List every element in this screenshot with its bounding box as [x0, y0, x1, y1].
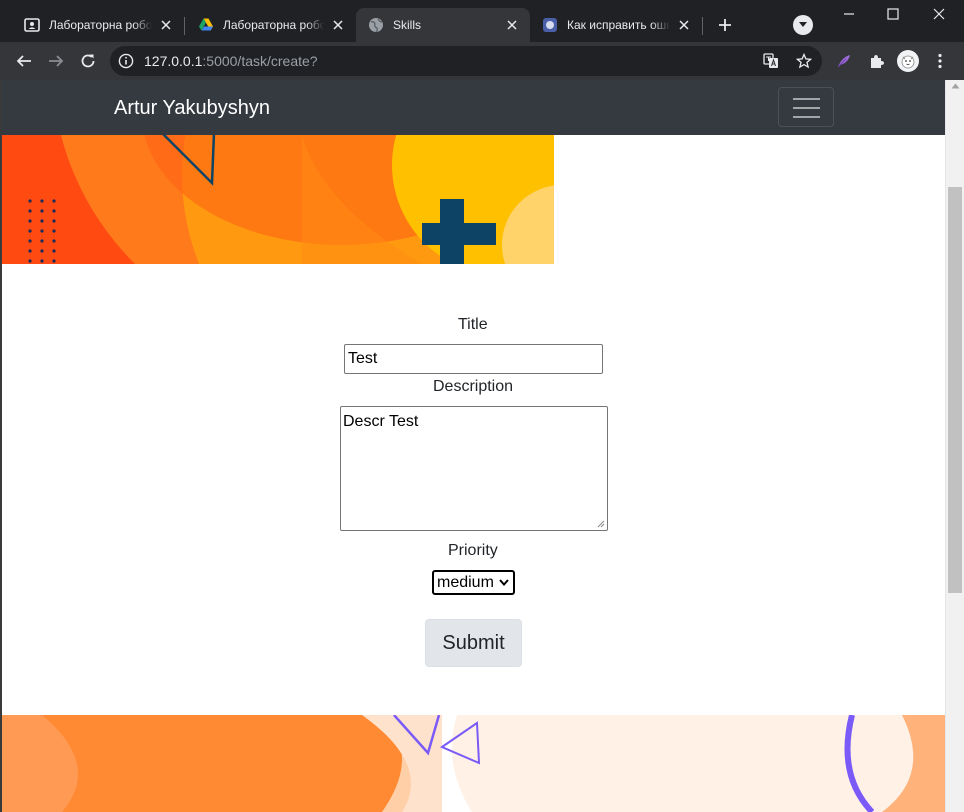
- reload-icon: [81, 54, 95, 68]
- minimize-button[interactable]: [826, 0, 872, 28]
- new-tab-button[interactable]: [714, 14, 736, 36]
- close-tab-icon[interactable]: [676, 17, 692, 33]
- scrollbar-thumb[interactable]: [948, 187, 962, 593]
- browser-toolbar: 127.0.0.1:5000/task/create?: [0, 42, 964, 80]
- hamburger-icon: [793, 98, 820, 100]
- page-viewport: Artur Yakubyshyn Title Test Description …: [0, 80, 964, 812]
- close-tab-icon[interactable]: [330, 17, 346, 33]
- url-path: :5000/task/create?: [202, 53, 318, 69]
- chevron-down-icon: [799, 22, 807, 27]
- window-edge: [0, 80, 2, 812]
- footer-art: [2, 715, 945, 812]
- description-textarea[interactable]: Descr Test: [340, 406, 608, 531]
- title-label: Title: [458, 316, 488, 333]
- priority-label: Priority: [448, 542, 498, 559]
- avatar-icon: [901, 55, 915, 69]
- maximize-icon: [887, 8, 899, 20]
- close-tab-icon[interactable]: [504, 17, 520, 33]
- resize-grip-icon[interactable]: [597, 520, 605, 528]
- title-input[interactable]: Test: [344, 344, 603, 374]
- tab-title: Как исправить ошибку: [567, 18, 670, 32]
- classroom-icon: [24, 17, 40, 33]
- reload-button[interactable]: [76, 49, 100, 73]
- priority-selected-value: medium: [437, 573, 494, 591]
- hamburger-icon-line: [793, 116, 820, 118]
- tab-separator: [184, 17, 185, 35]
- tab-title: Skills: [393, 18, 422, 32]
- tab-classroom[interactable]: Лабораторна робота: [12, 8, 184, 42]
- navbar-brand[interactable]: Artur Yakubyshyn: [114, 97, 270, 119]
- plus-icon: [719, 19, 731, 31]
- tab-skills[interactable]: Skills: [356, 8, 530, 42]
- site-icon: [542, 17, 558, 33]
- browser-menu-button[interactable]: [928, 49, 952, 73]
- more-vertical-icon: [938, 53, 942, 69]
- url-host: 127.0.0.1: [144, 53, 203, 69]
- arrow-left-icon: [16, 55, 31, 67]
- globe-icon: [368, 17, 384, 33]
- tab-search-button[interactable]: [793, 15, 813, 35]
- address-bar[interactable]: 127.0.0.1:5000/task/create?: [110, 46, 822, 76]
- hero-art: [2, 135, 554, 264]
- site-navbar: Artur Yakubyshyn: [2, 80, 945, 135]
- maximize-button[interactable]: [870, 0, 916, 28]
- tab-title: Лабораторна робота: [223, 18, 324, 32]
- priority-select[interactable]: medium: [432, 570, 515, 595]
- info-icon[interactable]: [118, 53, 134, 69]
- back-button[interactable]: [12, 49, 36, 73]
- feather-extension-icon[interactable]: [832, 49, 856, 73]
- scroll-up-arrow-icon[interactable]: [951, 83, 960, 89]
- tab-separator: [702, 17, 703, 35]
- submit-button[interactable]: Submit: [425, 619, 522, 667]
- arrow-right-icon: [49, 55, 64, 67]
- hamburger-icon-line: [793, 107, 820, 109]
- forward-button[interactable]: [44, 49, 68, 73]
- url-text[interactable]: 127.0.0.1:5000/task/create?: [144, 54, 318, 68]
- navbar-toggler-button[interactable]: [778, 87, 834, 127]
- chevron-down-icon: [499, 579, 509, 586]
- tab-strip: Лабораторна робота Лабораторна робота Sk…: [0, 0, 964, 42]
- bookmark-star-icon[interactable]: [795, 52, 813, 70]
- tab-google-drive[interactable]: Лабораторна робота: [186, 8, 356, 42]
- translate-icon[interactable]: [762, 52, 780, 70]
- close-icon: [933, 8, 945, 20]
- close-window-button[interactable]: [916, 0, 962, 28]
- profile-avatar[interactable]: [897, 50, 919, 72]
- tab-title: Лабораторна робота: [49, 18, 152, 32]
- extensions-puzzle-icon[interactable]: [864, 49, 888, 73]
- close-tab-icon[interactable]: [158, 17, 174, 33]
- tab-how-to-fix[interactable]: Как исправить ошибку: [530, 8, 702, 42]
- page-scrollbar[interactable]: [945, 80, 964, 812]
- description-text: Descr Test: [343, 413, 419, 430]
- minimize-icon: [844, 13, 854, 15]
- description-label: Description: [433, 378, 514, 395]
- google-drive-icon: [198, 17, 214, 33]
